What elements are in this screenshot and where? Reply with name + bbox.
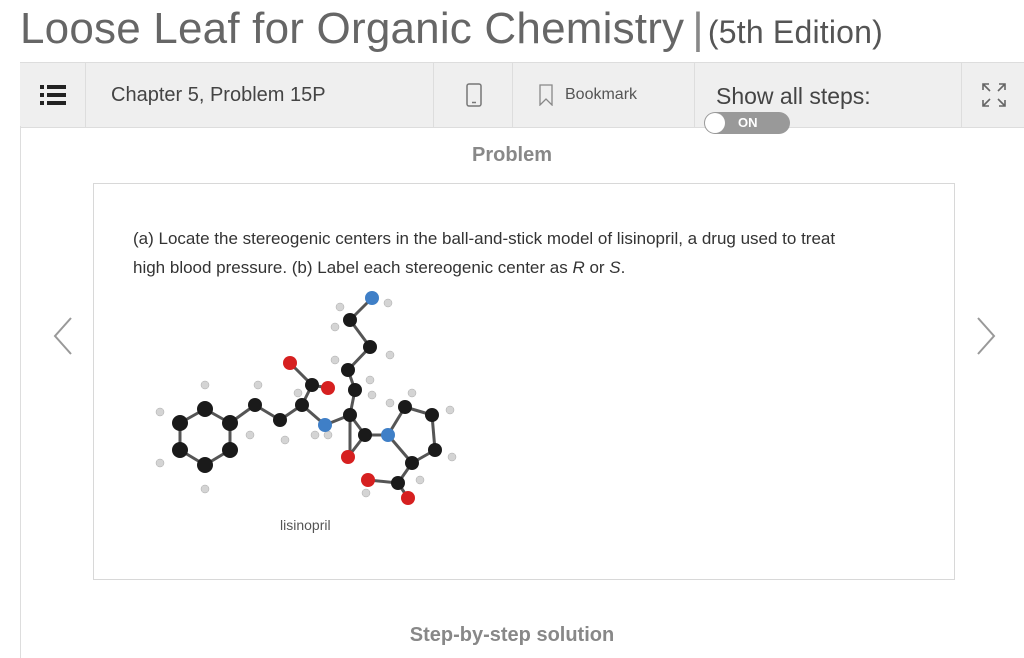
chevron-right-icon[interactable] bbox=[974, 316, 998, 356]
expand-icon bbox=[981, 83, 1006, 107]
toolbar: Chapter 5, Problem 15P Bookmark Show all… bbox=[20, 62, 1024, 128]
problem-text: (a) Locate the stereogenic centers in th… bbox=[133, 224, 913, 282]
toggle-label: ON bbox=[738, 115, 758, 130]
bookmark-button[interactable]: Bookmark bbox=[513, 63, 695, 127]
bookmark-label: Bookmark bbox=[565, 86, 638, 103]
s-label: S bbox=[609, 258, 621, 277]
mobile-phone-icon bbox=[465, 83, 482, 107]
problem-line-1: (a) Locate the stereogenic centers in th… bbox=[133, 229, 836, 248]
solution-heading: Step-by-step solution bbox=[409, 624, 615, 646]
show-steps-toggle[interactable]: ON bbox=[704, 112, 790, 134]
molecule-caption: lisinopril bbox=[280, 517, 331, 533]
list-icon bbox=[39, 85, 66, 105]
book-title-text: Loose Leaf for Organic Chemistry bbox=[20, 4, 685, 53]
expand-button[interactable] bbox=[963, 63, 1024, 127]
problem-heading: Problem bbox=[471, 144, 553, 166]
chevron-left-icon[interactable] bbox=[51, 316, 75, 356]
r-label: R bbox=[572, 258, 585, 277]
toggle-knob bbox=[705, 113, 725, 133]
chapter-label: Chapter 5, Problem 15P bbox=[111, 83, 326, 106]
or-text: or bbox=[584, 258, 610, 277]
left-divider bbox=[20, 126, 21, 658]
chapter-selector[interactable]: Chapter 5, Problem 15P bbox=[86, 63, 434, 127]
problem-line-2: high blood pressure. (b) Label each ster… bbox=[133, 253, 913, 282]
book-edition: (5th Edition) bbox=[707, 14, 884, 50]
period-text: . bbox=[620, 258, 626, 277]
lisinopril-molecule-image bbox=[155, 291, 457, 505]
bookmark-icon bbox=[539, 84, 553, 106]
mobile-view-button[interactable] bbox=[435, 63, 513, 127]
title-separator: | bbox=[692, 4, 704, 53]
show-all-steps-label: Show all steps: bbox=[716, 83, 871, 109]
problem-line-2-text: high blood pressure. (b) Label each ster… bbox=[133, 258, 573, 277]
book-title: Loose Leaf for Organic Chemistry | (5th Ed… bbox=[20, 4, 883, 54]
carbon-atoms bbox=[172, 313, 442, 490]
toc-button[interactable] bbox=[20, 63, 86, 127]
